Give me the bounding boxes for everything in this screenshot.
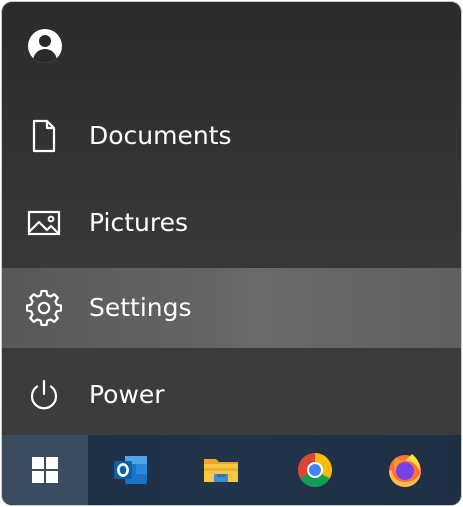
gear-icon: [26, 290, 62, 326]
user-account-button[interactable]: [2, 26, 461, 70]
taskbar-firefox-button[interactable]: [362, 435, 448, 505]
menu-item-label: Pictures: [89, 208, 188, 237]
start-menu-window: Documents Pictures Settings Power: [1, 1, 462, 506]
taskbar-file-explorer-button[interactable]: [178, 435, 264, 505]
taskbar: [2, 435, 461, 505]
power-icon: [30, 379, 58, 410]
menu-item-label: Settings: [89, 293, 192, 322]
windows-logo-icon: [32, 457, 58, 483]
menu-item-label: Documents: [89, 121, 232, 150]
picture-icon: [27, 210, 61, 236]
menu-item-power[interactable]: Power: [2, 355, 461, 435]
firefox-icon: [389, 454, 421, 487]
menu-item-settings[interactable]: Settings: [2, 268, 461, 348]
user-avatar-icon: [28, 29, 62, 63]
outlook-icon: [114, 456, 147, 484]
chrome-icon: [298, 453, 332, 487]
menu-item-label: Power: [89, 380, 165, 409]
taskbar-chrome-button[interactable]: [272, 435, 358, 505]
menu-item-documents[interactable]: Documents: [2, 96, 461, 176]
menu-item-pictures[interactable]: Pictures: [2, 183, 461, 263]
start-button[interactable]: [2, 435, 88, 505]
document-icon: [32, 119, 56, 153]
taskbar-outlook-button[interactable]: [88, 435, 174, 505]
file-explorer-icon: [204, 459, 238, 482]
start-menu: Documents Pictures Settings Power: [2, 2, 461, 435]
